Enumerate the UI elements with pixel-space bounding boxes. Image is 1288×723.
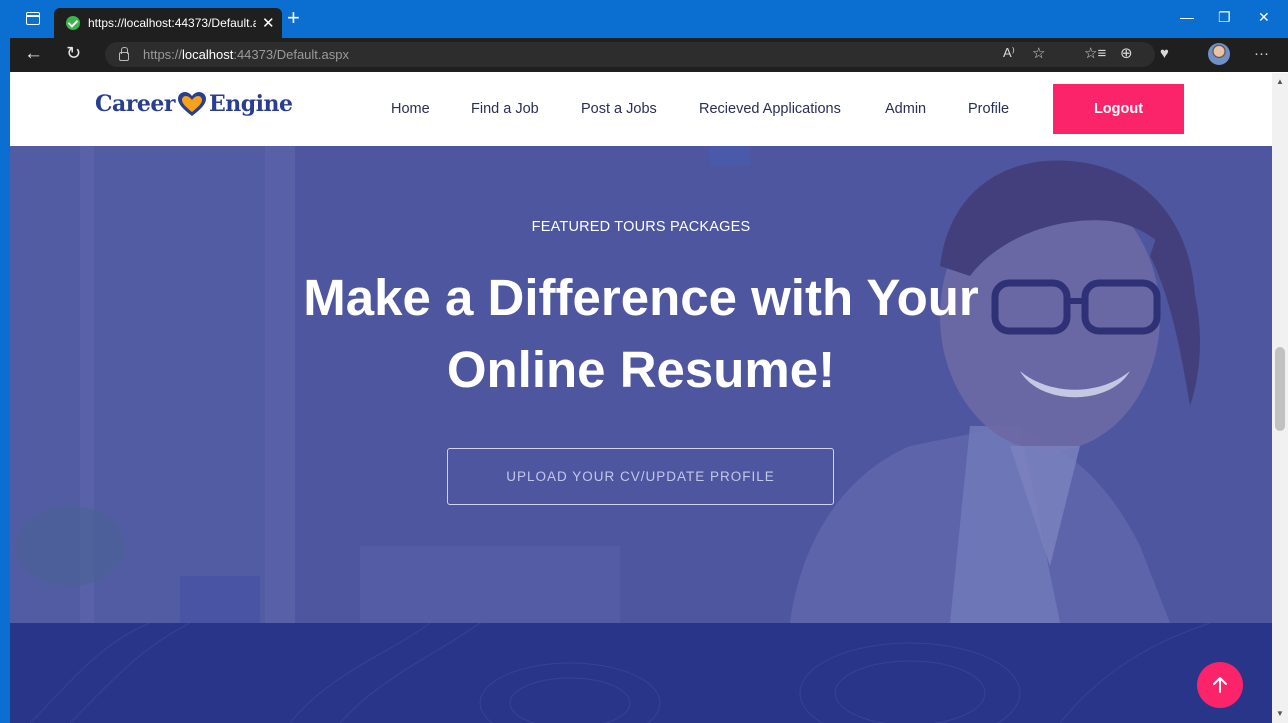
scroll-up-arrow-icon[interactable]: ▲ bbox=[1276, 77, 1284, 86]
nav-home[interactable]: Home bbox=[391, 101, 430, 117]
back-icon[interactable]: ← bbox=[24, 44, 43, 63]
nav-find-a-job[interactable]: Find a Job bbox=[471, 101, 539, 117]
minimize-icon[interactable]: — bbox=[1180, 10, 1194, 24]
more-icon[interactable]: ··· bbox=[1254, 46, 1269, 61]
scroll-down-arrow-icon[interactable]: ▼ bbox=[1276, 709, 1284, 718]
window-border bbox=[0, 0, 10, 723]
new-tab-icon[interactable]: + bbox=[287, 7, 300, 29]
logo-heart-icon bbox=[177, 92, 206, 116]
tab-actions-icon[interactable] bbox=[26, 12, 40, 25]
browser-tab[interactable]: https://localhost:44373/Default.a ✕ bbox=[54, 8, 282, 38]
url-field[interactable]: https://localhost:44373/Default.aspx bbox=[105, 42, 1155, 67]
nav-admin[interactable]: Admin bbox=[885, 101, 926, 117]
health-icon[interactable]: ♥ bbox=[1160, 46, 1169, 61]
close-icon[interactable]: ✕ bbox=[262, 16, 275, 31]
refresh-icon[interactable]: ↻ bbox=[66, 44, 81, 62]
scrollbar-thumb[interactable] bbox=[1275, 347, 1285, 431]
hero-title-line-2: Online Resume! bbox=[446, 341, 836, 398]
upload-cv-button[interactable]: UPLOAD YOUR CV/UPDATE PROFILE bbox=[447, 448, 834, 505]
hero-title-line-1: Make a Difference with Your bbox=[303, 269, 979, 326]
favorites-icon[interactable]: ☆≡ bbox=[1084, 46, 1106, 61]
nav-post-a-jobs[interactable]: Post a Jobs bbox=[581, 101, 657, 117]
arrow-up-icon bbox=[1213, 677, 1227, 693]
hero-section: FEATURED TOURS PACKAGES Make a Differenc… bbox=[10, 146, 1272, 623]
collections-icon[interactable]: ⊕ bbox=[1120, 46, 1133, 61]
logo-word-career: Career bbox=[95, 91, 175, 117]
scroll-to-top-button[interactable] bbox=[1197, 662, 1243, 708]
topography-pattern bbox=[29, 623, 1211, 723]
hero-title: Make a Difference with Your Online Resum… bbox=[10, 262, 1272, 406]
logo-word-engine: Engine bbox=[208, 91, 293, 117]
url-host: localhost bbox=[182, 47, 234, 62]
page-viewport: Career Engine Home Find a Job Post a Job… bbox=[10, 73, 1272, 723]
read-aloud-icon[interactable]: A⁾ bbox=[1003, 46, 1015, 59]
site-header: Career Engine Home Find a Job Post a Job… bbox=[10, 73, 1272, 146]
site-logo[interactable]: Career Engine bbox=[95, 91, 293, 117]
logout-button[interactable]: Logout bbox=[1053, 84, 1184, 134]
url-path: :44373/Default.aspx bbox=[233, 47, 349, 62]
nav-profile[interactable]: Profile bbox=[968, 101, 1009, 117]
tab-title: https://localhost:44373/Default.a bbox=[88, 16, 256, 30]
page-scrollbar[interactable]: ▲ ▼ bbox=[1272, 73, 1288, 723]
check-favicon bbox=[66, 16, 80, 30]
hero-subtitle: FEATURED TOURS PACKAGES bbox=[531, 219, 751, 235]
nav-recieved-applications[interactable]: Recieved Applications bbox=[699, 101, 841, 117]
profile-avatar[interactable] bbox=[1208, 43, 1230, 65]
close-window-icon[interactable]: ✕ bbox=[1258, 10, 1270, 24]
url-scheme: https:// bbox=[143, 47, 183, 62]
lock-icon[interactable] bbox=[119, 47, 129, 61]
favorite-icon[interactable]: ☆ bbox=[1032, 46, 1045, 61]
navy-band-section bbox=[10, 623, 1272, 723]
restore-icon[interactable]: ❐ bbox=[1218, 10, 1231, 24]
address-bar-row: ← ↻ https://localhost:44373/Default.aspx… bbox=[10, 38, 1288, 72]
